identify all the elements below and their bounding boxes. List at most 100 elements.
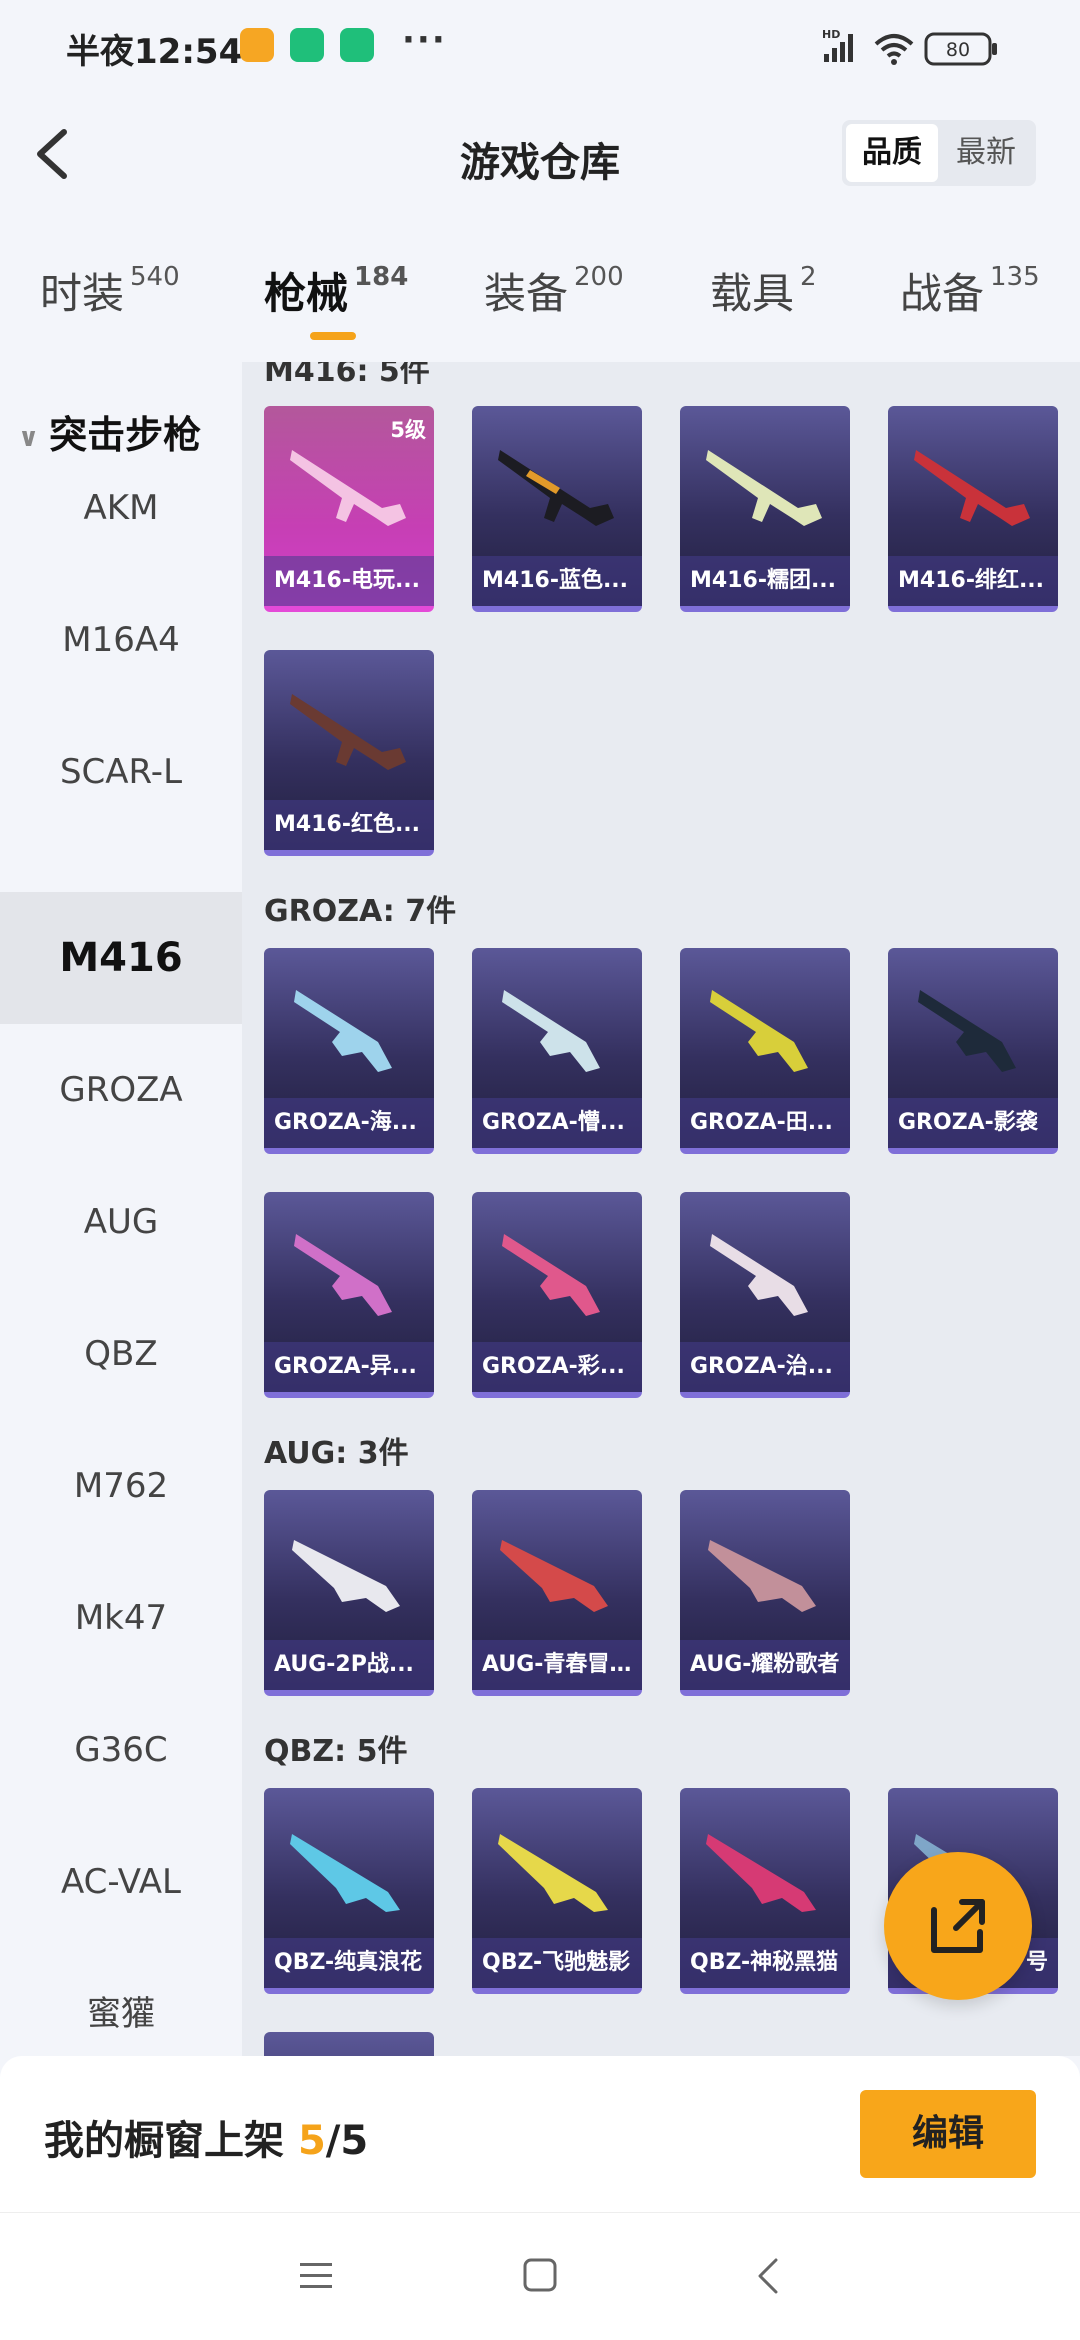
sidebar-item-m416[interactable]: M416 bbox=[0, 892, 242, 1024]
item-label: GROZA-异... bbox=[264, 1342, 434, 1392]
tab-equipment[interactable]: 装备 200 bbox=[484, 260, 624, 321]
home-icon[interactable] bbox=[522, 2257, 558, 2293]
rifle-icon bbox=[292, 1540, 400, 1612]
hd-label: HD bbox=[822, 28, 840, 41]
sidebar-item-honey-badger[interactable]: 蜜獾 bbox=[0, 1948, 242, 2056]
item-card[interactable]: QBZ-纯真浪花 bbox=[264, 1788, 434, 1994]
header: 游戏仓库 品质 最新 bbox=[0, 96, 1080, 212]
showcase-count: 我的橱窗上架 5/5 bbox=[44, 2118, 369, 2164]
rifle-icon bbox=[706, 450, 822, 526]
item-card[interactable]: GROZA-治... bbox=[680, 1192, 850, 1398]
item-label: GROZA-彩... bbox=[472, 1342, 642, 1392]
item-label: QBZ-纯真浪花 bbox=[264, 1938, 434, 1988]
rifle-icon bbox=[914, 450, 1030, 526]
rifle-icon bbox=[498, 1834, 608, 1912]
sidebar-item-m16a4[interactable]: M16A4 bbox=[0, 574, 242, 706]
item-label: M416-蓝色... bbox=[472, 556, 642, 606]
item-label: QBZ-飞驰魅影 bbox=[472, 1938, 642, 1988]
sidebar-item-mk47[interactable]: Mk47 bbox=[0, 1552, 242, 1684]
item-card[interactable]: GROZA-懵... bbox=[472, 948, 642, 1154]
rifle-icon bbox=[500, 1540, 608, 1612]
item-card[interactable]: 5级 M416-电玩... bbox=[264, 406, 434, 612]
item-card[interactable]: AUG-耀粉歌者 bbox=[680, 1490, 850, 1696]
status-bar: 半夜12:54 ··· HD 80 bbox=[0, 0, 1080, 96]
rifle-icon bbox=[710, 1234, 808, 1316]
sidebar-item-scar-l[interactable]: SCAR-L bbox=[0, 706, 242, 838]
item-label: GROZA-懵... bbox=[472, 1098, 642, 1148]
sort-newest-button[interactable]: 最新 bbox=[940, 124, 1032, 182]
share-button[interactable] bbox=[884, 1852, 1032, 2000]
edit-button[interactable]: 编辑 bbox=[860, 2090, 1036, 2178]
item-label: AUG-耀粉歌者 bbox=[680, 1640, 850, 1690]
rifle-icon bbox=[502, 1234, 600, 1316]
notification-app-icon bbox=[240, 28, 274, 62]
rifle-icon bbox=[290, 450, 406, 526]
tab-fashion[interactable]: 时装 540 bbox=[40, 260, 180, 321]
section-title-qbz: QBZ: 5件 bbox=[264, 1734, 408, 1769]
tab-guns[interactable]: 枪械 184 bbox=[264, 260, 408, 321]
sidebar-item-groza[interactable]: GROZA bbox=[0, 1024, 242, 1156]
signal-icon: HD bbox=[822, 28, 853, 62]
sidebar-item-akm[interactable]: AKM bbox=[0, 442, 242, 574]
item-label: M416-电玩... bbox=[264, 556, 434, 606]
item-label: M416-绯红... bbox=[888, 556, 1058, 606]
item-label: QBZ-神秘黑猫 bbox=[680, 1938, 850, 1988]
item-card[interactable]: GROZA-彩... bbox=[472, 1192, 642, 1398]
rifle-icon bbox=[918, 990, 1016, 1072]
rifle-icon bbox=[290, 1834, 400, 1912]
item-card[interactable]: QBZ-飞驰魅影 bbox=[472, 1788, 642, 1994]
category-tabs: 时装 540 枪械 184 装备 200 载具 2 战备 135 bbox=[0, 240, 1080, 350]
rifle-icon bbox=[502, 990, 600, 1072]
item-label: AUG-2P战... bbox=[264, 1640, 434, 1690]
item-label: GROZA-治... bbox=[680, 1342, 850, 1392]
item-label: M416-红色... bbox=[264, 800, 434, 850]
status-time: 半夜12:54 bbox=[66, 32, 243, 72]
item-card[interactable]: M416-红色... bbox=[264, 650, 434, 856]
item-card[interactable]: GROZA-异... bbox=[264, 1192, 434, 1398]
rifle-icon bbox=[294, 1234, 392, 1316]
sidebar-item-ac-val[interactable]: AC-VAL bbox=[0, 1816, 242, 1948]
item-card[interactable]: GROZA-田... bbox=[680, 948, 850, 1154]
menu-icon[interactable] bbox=[298, 2259, 334, 2293]
sort-quality-button[interactable]: 品质 bbox=[846, 124, 938, 182]
status-icons: HD 80 bbox=[822, 28, 997, 66]
level-badge: 5级 bbox=[390, 418, 426, 442]
item-card[interactable]: AUG-2P战... bbox=[264, 1490, 434, 1696]
item-card[interactable]: M416-糯团... bbox=[680, 406, 850, 612]
section-title-aug: AUG: 3件 bbox=[264, 1436, 409, 1471]
item-card[interactable] bbox=[264, 2032, 434, 2056]
system-nav-bar bbox=[0, 2212, 1080, 2340]
item-card[interactable]: GROZA-海... bbox=[264, 948, 434, 1154]
sort-toggle: 品质 最新 bbox=[842, 120, 1036, 186]
item-label: AUG-青春冒... bbox=[472, 1640, 642, 1690]
item-card[interactable]: QBZ-神秘黑猫 bbox=[680, 1788, 850, 1994]
sidebar-item-aug[interactable]: AUG bbox=[0, 1156, 242, 1288]
rifle-icon bbox=[706, 1834, 816, 1912]
item-grid: M416: 5件 5级 M416-电玩... M416-蓝色... M416-糯… bbox=[242, 362, 1080, 2056]
more-notifications-icon: ··· bbox=[402, 20, 447, 60]
tab-supplies[interactable]: 战备 135 bbox=[900, 260, 1040, 321]
item-card[interactable]: AUG-青春冒... bbox=[472, 1490, 642, 1696]
back-nav-icon[interactable] bbox=[756, 2257, 780, 2295]
item-card[interactable]: M416-蓝色... bbox=[472, 406, 642, 612]
section-title-m416: M416: 5件 bbox=[264, 362, 430, 389]
sidebar-item-m762[interactable]: M762 bbox=[0, 1420, 242, 1552]
sidebar: ∨ 突击步枪 AKM M16A4 SCAR-L M416 GROZA AUG QB… bbox=[0, 362, 242, 2056]
item-card[interactable]: GROZA-影袭 bbox=[888, 948, 1058, 1154]
notification-app-icon bbox=[290, 28, 324, 62]
item-label: GROZA-田... bbox=[680, 1098, 850, 1148]
app-root: 半夜12:54 ··· HD 80 游戏仓库 品质 最新 时装 540 枪械 1… bbox=[0, 0, 1080, 2340]
showcase-bar: 我的橱窗上架 5/5 编辑 bbox=[0, 2056, 1080, 2212]
rifle-icon bbox=[708, 1540, 816, 1612]
sidebar-item-g36c[interactable]: G36C bbox=[0, 1684, 242, 1816]
tab-vehicles[interactable]: 载具 2 bbox=[710, 260, 817, 321]
wifi-icon bbox=[874, 34, 914, 65]
battery-level: 80 bbox=[946, 39, 970, 61]
sidebar-item-qbz[interactable]: QBZ bbox=[0, 1288, 242, 1420]
item-card[interactable]: M416-绯红... bbox=[888, 406, 1058, 612]
battery-icon: 80 bbox=[924, 32, 997, 66]
section-title-groza: GROZA: 7件 bbox=[264, 894, 457, 929]
item-label: M416-糯团... bbox=[680, 556, 850, 606]
rifle-icon bbox=[294, 990, 392, 1072]
rifle-icon bbox=[290, 694, 406, 770]
